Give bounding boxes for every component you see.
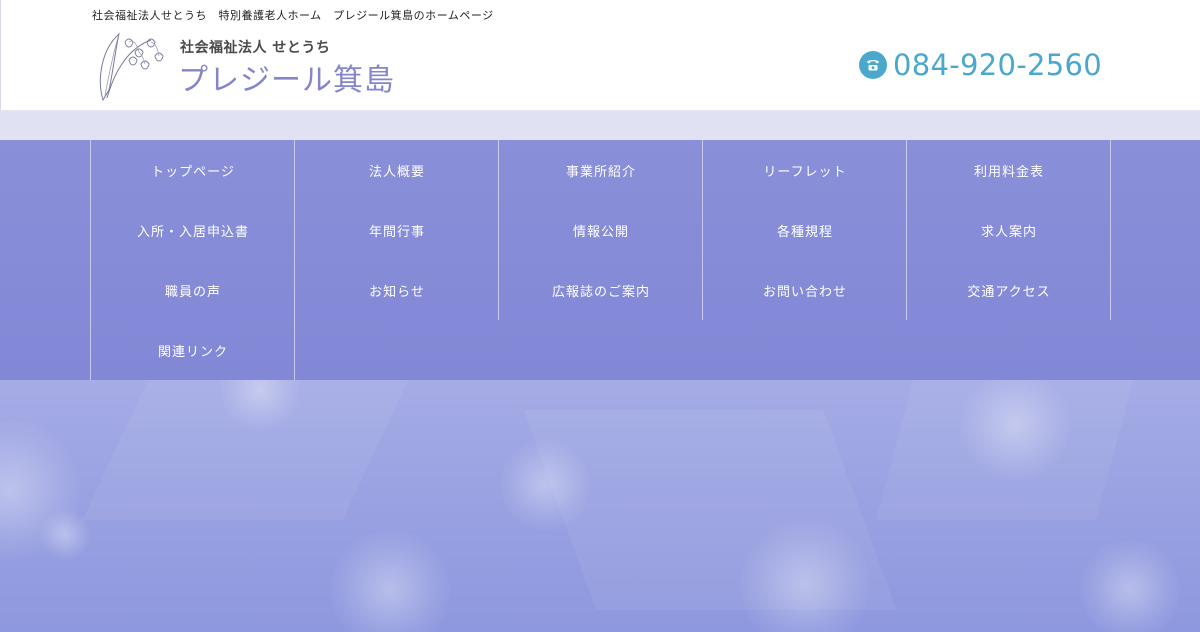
nav-divider (702, 140, 703, 320)
hero-bokeh (330, 530, 450, 632)
nav-item-contact[interactable]: お問い合わせ (703, 260, 907, 320)
nav-item-facility-introduction[interactable]: 事業所紹介 (499, 140, 703, 200)
hero-background (0, 380, 1200, 632)
nav-item-news[interactable]: お知らせ (295, 260, 499, 320)
phone-icon (859, 51, 887, 79)
nav-divider (906, 140, 907, 320)
phone-contact[interactable]: 084-920-2560 (859, 47, 1102, 83)
header-band (0, 110, 1200, 140)
nav-item-regulations[interactable]: 各種規程 (703, 200, 907, 260)
nav-item-recruitment[interactable]: 求人案内 (907, 200, 1111, 260)
nav-divider (294, 140, 295, 380)
nav-divider (90, 140, 91, 380)
nav-item-top-page[interactable]: トップページ (91, 140, 295, 200)
nav-item-corporate-overview[interactable]: 法人概要 (295, 140, 499, 200)
nav-divider (1110, 140, 1111, 320)
nav-item-information-disclosure[interactable]: 情報公開 (499, 200, 703, 260)
phone-number: 084-920-2560 (893, 48, 1103, 82)
hero-bokeh (1080, 540, 1180, 632)
nav-item-annual-events[interactable]: 年間行事 (295, 200, 499, 260)
nav-item-access[interactable]: 交通アクセス (907, 260, 1111, 320)
lily-of-the-valley-logo-icon (99, 32, 164, 102)
main-navigation: トップページ 法人概要 事業所紹介 リーフレット 利用料金表 入所・入居申込書 … (0, 140, 1200, 380)
nav-item-staff-voices[interactable]: 職員の声 (91, 260, 295, 320)
nav-item-application-form[interactable]: 入所・入居申込書 (91, 200, 295, 260)
nav-item-leaflet[interactable]: リーフレット (703, 140, 907, 200)
logo-subtitle: 社会福祉法人 せとうち (180, 40, 331, 56)
nav-item-newsletter[interactable]: 広報誌のご案内 (499, 260, 703, 320)
logo-title: プレジール箕島 (178, 63, 395, 98)
nav-divider (498, 140, 499, 320)
hero-bokeh (500, 440, 590, 530)
page: 社会福祉法人せとうち 特別養護老人ホーム プレジール箕島のホームページ 社会福祉… (0, 0, 1200, 632)
nav-item-fee-table[interactable]: 利用料金表 (907, 140, 1111, 200)
nav-item-related-links[interactable]: 関連リンク (91, 320, 295, 380)
site-header: 社会福祉法人せとうち 特別養護老人ホーム プレジール箕島のホームページ 社会福祉… (0, 0, 1200, 110)
site-logo[interactable]: 社会福祉法人 せとうち プレジール箕島 (93, 30, 433, 102)
site-tagline: 社会福祉法人せとうち 特別養護老人ホーム プレジール箕島のホームページ (92, 9, 494, 22)
